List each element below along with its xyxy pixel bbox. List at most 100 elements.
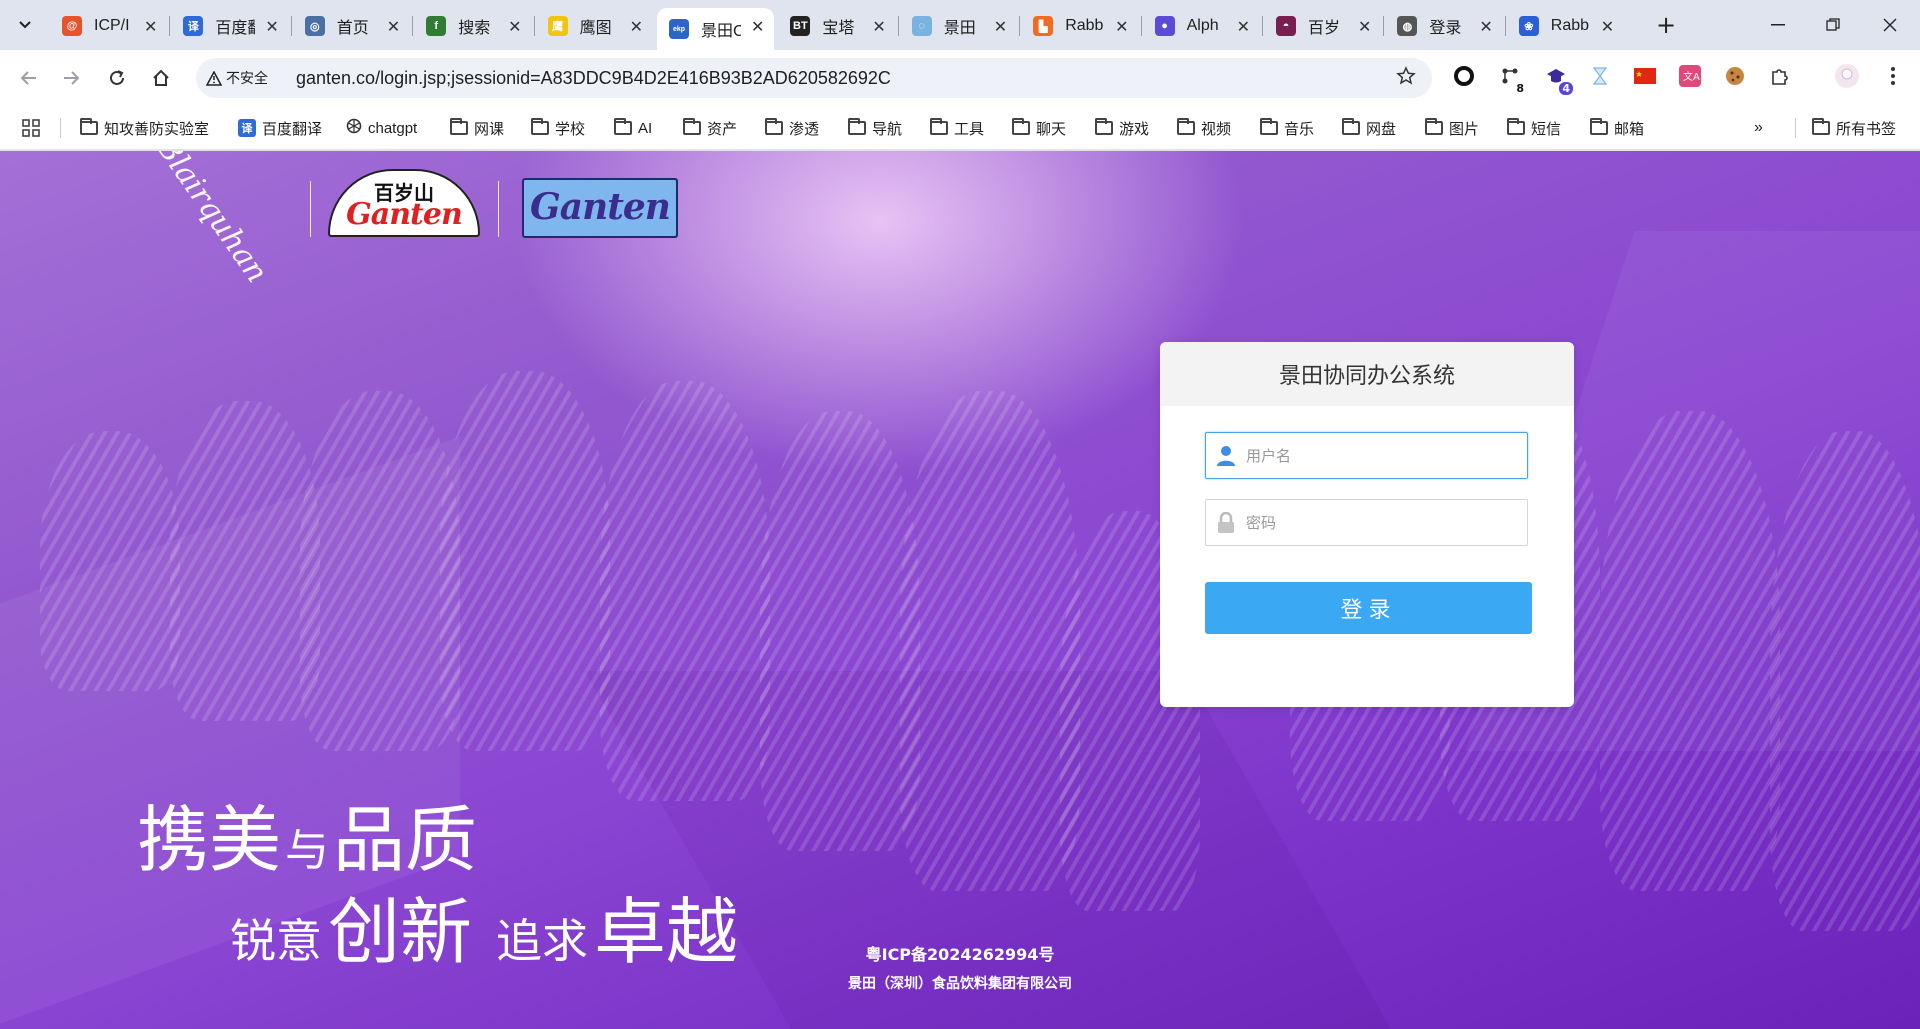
bookmark-item[interactable]: 导航	[848, 116, 902, 140]
username-input[interactable]	[1246, 433, 1516, 478]
browser-tab[interactable]: ◍ 登录 ✕	[1385, 8, 1502, 44]
icp-link[interactable]: 粤ICP备2024262994号	[760, 941, 1160, 965]
profile-avatar-button[interactable]	[1834, 64, 1860, 91]
close-window-button[interactable]	[1870, 8, 1910, 42]
reload-button[interactable]	[101, 62, 133, 94]
folder-icon	[1812, 118, 1830, 135]
bookmark-item[interactable]: 图片	[1425, 116, 1479, 140]
tab-separator	[1262, 16, 1263, 36]
bookmark-item[interactable]: 游戏	[1095, 116, 1149, 140]
username-field[interactable]	[1205, 432, 1528, 479]
bookmark-label: 短信	[1531, 120, 1562, 138]
network-extension-button[interactable]: 8	[1497, 65, 1524, 95]
cookie-extension-button[interactable]	[1722, 65, 1748, 91]
home-button[interactable]	[145, 62, 177, 94]
china-flag-extension-button[interactable]	[1632, 65, 1658, 91]
bookmark-item[interactable]: chatgpt	[346, 116, 417, 140]
tab-close-icon[interactable]: ✕	[1479, 17, 1492, 37]
bookmark-item[interactable]: 视频	[1177, 116, 1231, 140]
browser-tab[interactable]: 译百度翻 ✕	[171, 8, 288, 44]
more-bookmarks-button[interactable]: »	[1754, 116, 1763, 140]
bookmark-star-button[interactable]	[1396, 66, 1416, 91]
crowd-silhouette	[600, 381, 770, 801]
bookmark-item[interactable]: 短信	[1507, 116, 1561, 140]
apps-button[interactable]	[22, 116, 40, 140]
bookmark-divider	[1795, 118, 1796, 138]
tab-close-icon[interactable]: ✕	[872, 17, 885, 37]
folder-icon	[1177, 118, 1195, 135]
browser-tab[interactable]: ekp 景田C ✕	[657, 8, 775, 50]
login-button[interactable]: 登录	[1205, 582, 1532, 634]
tab-close-icon[interactable]: ✕	[630, 17, 643, 37]
back-button[interactable]	[12, 62, 44, 94]
reload-icon	[110, 70, 124, 85]
crowd-silhouette	[300, 391, 460, 751]
bookmark-item[interactable]: 知攻善防实验室	[80, 116, 209, 140]
bookmark-label: 网盘	[1366, 120, 1397, 138]
menu-more-button[interactable]	[1880, 65, 1906, 91]
apps-grid-icon	[22, 119, 40, 137]
translate-extension-button[interactable]: 文A	[1677, 65, 1703, 91]
restore-button[interactable]	[1813, 8, 1853, 42]
browser-tab[interactable]: BT 宝塔 ✕	[778, 8, 895, 44]
bookmark-item[interactable]: 邮箱	[1590, 116, 1644, 140]
tab-close-icon[interactable]: ✕	[1601, 17, 1614, 37]
bookmark-item[interactable]: 工具	[930, 116, 984, 140]
bookmark-item[interactable]: 网盘	[1342, 116, 1396, 140]
password-field[interactable]	[1205, 499, 1528, 546]
login-panel: 景田协同办公系统 登录	[1160, 342, 1574, 707]
tab-separator	[533, 16, 535, 36]
bookmark-item[interactable]: 音乐	[1260, 116, 1314, 140]
tab-search-button[interactable]	[11, 11, 39, 39]
url-text[interactable]: ganten.co/login.jsp;jsessionid=A83DDC9B4…	[296, 68, 891, 89]
tab-close-icon[interactable]: ✕	[508, 17, 521, 37]
tab-close-icon[interactable]: ✕	[144, 17, 157, 37]
browser-tab[interactable]: @ ICP/I ✕	[50, 8, 167, 44]
bookmark-item[interactable]: 网课	[450, 116, 504, 140]
browser-tab[interactable]: ◓ 百岁 ✕	[1264, 8, 1381, 44]
slogan-word: 品质	[333, 798, 478, 882]
puzzle-extension-button[interactable]	[1767, 65, 1793, 91]
tab-separator	[1504, 16, 1506, 36]
address-bar[interactable]: 不安全 ganten.co/login.jsp;jsessionid=A83DD…	[196, 58, 1432, 98]
folder-icon	[848, 118, 866, 135]
bookmark-item[interactable]: 译百度翻译	[238, 116, 322, 140]
restore-icon	[1826, 18, 1840, 31]
security-indicator[interactable]: 不安全	[206, 68, 268, 88]
bookmark-item[interactable]: 渗透	[765, 116, 819, 140]
slogan-word: 追求	[496, 914, 589, 968]
bookmark-item[interactable]: 学校	[531, 116, 585, 140]
tab-close-icon[interactable]: ✕	[1115, 17, 1128, 37]
new-tab-button[interactable]: +	[1651, 10, 1681, 40]
tab-close-icon[interactable]: ✕	[1358, 17, 1371, 37]
search-f-icon: f	[426, 16, 447, 36]
browser-tab[interactable]: 鹰鹰图 ✕	[536, 8, 653, 44]
tab-close-icon[interactable]: ✕	[1237, 17, 1250, 37]
bookmark-item[interactable]: 聊天	[1012, 116, 1066, 140]
password-input[interactable]	[1246, 500, 1516, 545]
all-bookmarks-button[interactable]: 所有书签	[1812, 116, 1896, 140]
bookmark-label: AI	[638, 119, 653, 137]
slogan-word: 卓越	[594, 890, 739, 974]
bookmark-item[interactable]: 资产	[683, 116, 737, 140]
hat-extension-button[interactable]: 4	[1543, 65, 1573, 95]
browser-tab[interactable]: ◌ 景田 ✕	[900, 8, 1017, 44]
forward-button[interactable]	[56, 62, 88, 94]
tab-close-icon[interactable]: ✕	[387, 17, 400, 37]
tab-close-icon[interactable]: ✕	[265, 17, 278, 37]
hourglass-extension-button[interactable]	[1587, 65, 1613, 91]
circle-extension-button[interactable]	[1451, 65, 1477, 91]
tab-close-icon[interactable]: ✕	[751, 17, 764, 37]
browser-tab[interactable]: ▙ Rabb ✕	[1021, 8, 1138, 44]
browser-tab[interactable]: ◎ 首页 ✕	[293, 8, 410, 44]
login-page: Blairquhan 百岁山 Ganten Ganten 景田协同办公系统 登录…	[0, 151, 1920, 1029]
tab-separator	[169, 16, 171, 36]
browser-tab[interactable]: f 搜索 ✕	[414, 8, 531, 44]
tab-separator	[1019, 16, 1021, 36]
minimize-button[interactable]	[1758, 8, 1798, 42]
browser-tab[interactable]: ● Alph ✕	[1143, 8, 1260, 44]
bookmark-item[interactable]: AI	[614, 116, 652, 140]
tab-close-icon[interactable]: ✕	[994, 17, 1007, 37]
browser-tab[interactable]: ❀ Rabb ✕	[1507, 8, 1624, 44]
folder-icon	[683, 118, 701, 135]
